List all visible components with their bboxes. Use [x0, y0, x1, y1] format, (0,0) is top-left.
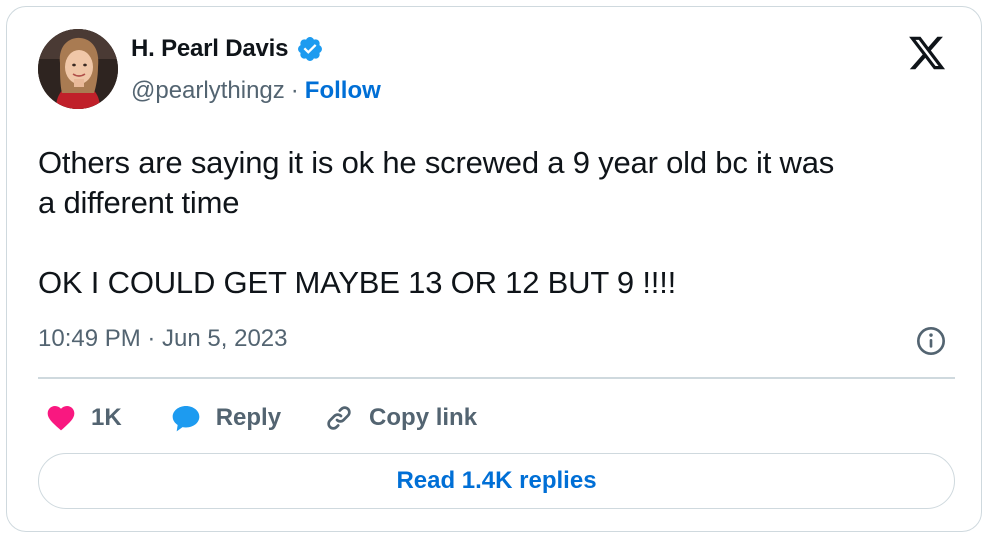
- author-handle-row: @pearlythingz · Follow: [131, 77, 381, 105]
- tweet-card: H. Pearl Davis @pearlythingz · Follow Ot…: [6, 6, 982, 532]
- copy-link-button[interactable]: Copy link: [323, 402, 477, 434]
- author-name-row: H. Pearl Davis: [131, 35, 324, 63]
- verified-badge-icon: [298, 37, 323, 61]
- action-bar: 1K Reply Copy link: [45, 396, 477, 440]
- avatar[interactable]: [38, 29, 118, 109]
- separator-dot: ·: [290, 77, 299, 104]
- like-count: 1K: [91, 404, 122, 431]
- tweet-timestamp[interactable]: 10:49 PM · Jun 5, 2023: [38, 325, 288, 353]
- divider: [38, 377, 955, 379]
- heart-icon: [47, 406, 75, 431]
- follow-link[interactable]: Follow: [305, 77, 381, 105]
- reply-button[interactable]: Reply: [170, 402, 281, 434]
- reply-bubble-icon: [172, 406, 200, 432]
- like-button[interactable]: 1K: [45, 402, 122, 434]
- read-replies-button[interactable]: Read 1.4K replies: [38, 453, 955, 509]
- tweet-text: Others are saying it is ok he screwed a …: [38, 145, 835, 300]
- reply-label: Reply: [215, 404, 282, 431]
- avatar-image: [38, 29, 118, 109]
- author-name[interactable]: H. Pearl Davis: [131, 35, 288, 63]
- info-icon[interactable]: [915, 325, 947, 357]
- copy-link-label: Copy link: [369, 404, 478, 431]
- author-handle[interactable]: @pearlythingz: [131, 77, 285, 105]
- x-logo-icon[interactable]: [907, 33, 947, 73]
- link-icon: [327, 406, 351, 430]
